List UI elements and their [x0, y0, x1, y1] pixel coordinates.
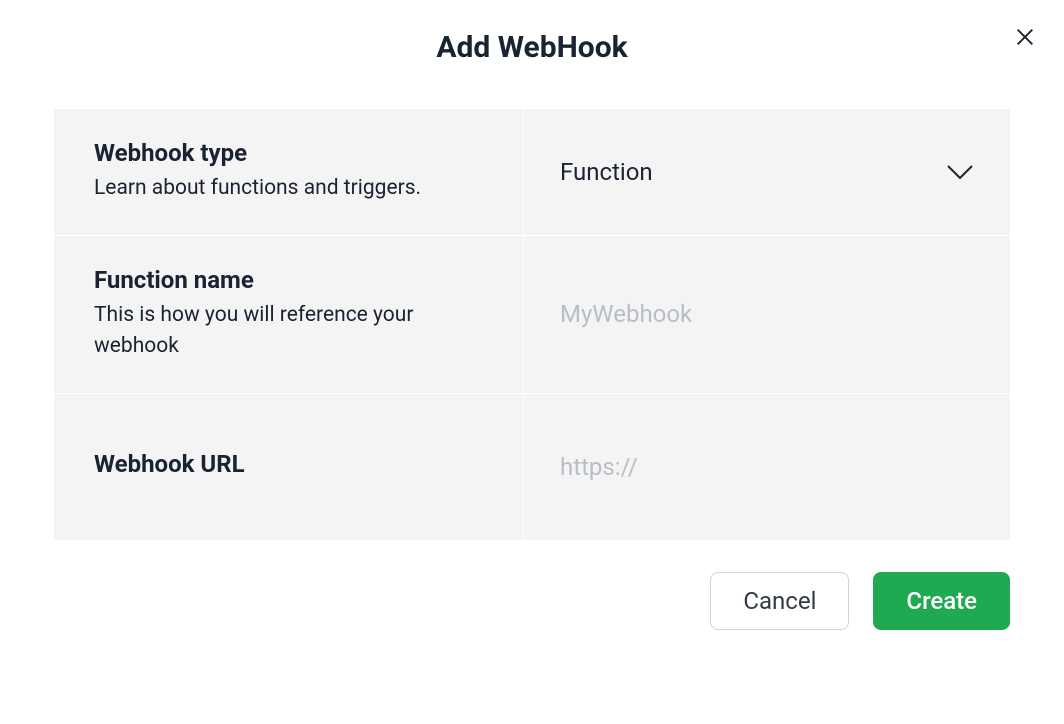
webhook-type-label: Webhook type: [94, 139, 483, 167]
add-webhook-modal: Add WebHook Webhook type Learn about fun…: [0, 0, 1064, 724]
close-icon: [1014, 26, 1036, 48]
close-button[interactable]: [1010, 22, 1040, 52]
webhook-type-input-cell: Function: [524, 109, 1010, 235]
webhook-type-select[interactable]: Function: [560, 158, 974, 186]
cancel-button[interactable]: Cancel: [710, 572, 849, 630]
create-button[interactable]: Create: [873, 572, 1010, 630]
webhook-url-input-cell: [524, 394, 1010, 540]
webhook-url-label-cell: Webhook URL: [54, 394, 524, 540]
webhook-url-row: Webhook URL: [54, 394, 1010, 540]
function-name-input[interactable]: [560, 300, 974, 328]
webhook-type-row: Webhook type Learn about functions and t…: [54, 109, 1010, 236]
modal-title: Add WebHook: [0, 30, 1064, 65]
webhook-type-label-cell: Webhook type Learn about functions and t…: [54, 109, 524, 235]
function-name-description: This is how you will reference your webh…: [94, 300, 483, 363]
webhook-url-label: Webhook URL: [94, 450, 483, 478]
function-name-label: Function name: [94, 266, 483, 294]
webhook-type-description: Learn about functions and triggers.: [94, 173, 483, 205]
function-name-input-cell: [524, 236, 1010, 393]
webhook-type-selected: Function: [560, 158, 653, 186]
function-name-label-cell: Function name This is how you will refer…: [54, 236, 524, 393]
webhook-url-input[interactable]: [560, 453, 974, 481]
modal-actions: Cancel Create: [0, 540, 1064, 630]
function-name-row: Function name This is how you will refer…: [54, 236, 1010, 394]
form-container: Webhook type Learn about functions and t…: [54, 109, 1010, 540]
chevron-down-icon: [946, 164, 974, 180]
